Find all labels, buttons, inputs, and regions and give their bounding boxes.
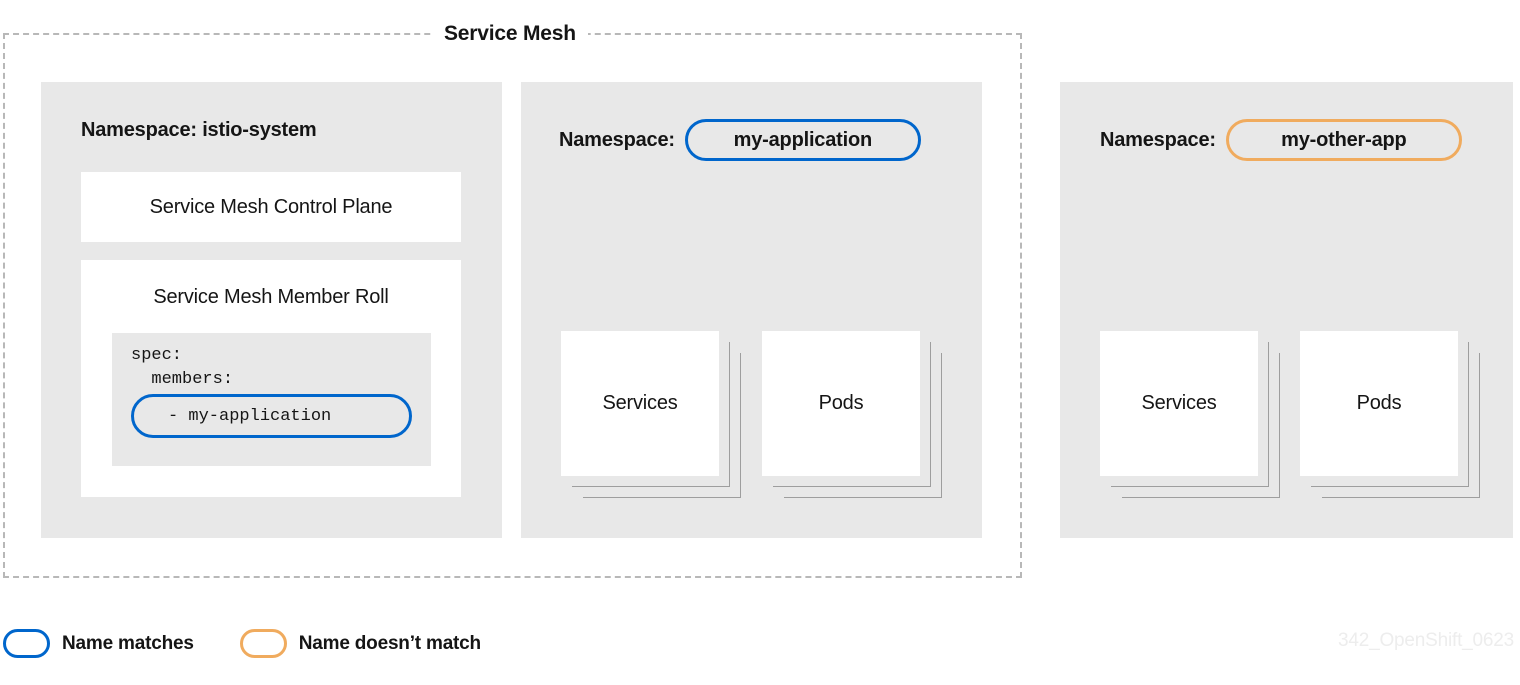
namespace-label-istio-system: Namespace: istio-system [81, 119, 317, 141]
resource-stack-services-my-other-app: Services [1100, 331, 1280, 501]
legend-label-name-doesnt-match: Name doesn’t match [298, 632, 481, 654]
legend-swatch-orange-pill-icon [239, 629, 287, 658]
resource-stack-pods-my-application: Pods [762, 331, 942, 501]
legend-label-name-matches: Name matches [62, 632, 194, 654]
card-stack-face: Pods [1300, 331, 1458, 476]
card-stack-face: Services [1100, 331, 1258, 476]
watermark: 342_OpenShift_0623 [1337, 630, 1514, 651]
service-mesh-control-plane-card: Service Mesh Control Plane [81, 172, 461, 242]
resource-label-services: Services [1141, 392, 1217, 414]
resource-label-services: Services [602, 392, 678, 414]
namespace-header-my-application: Namespace: my-application [559, 119, 921, 161]
code-line-members: members: [131, 370, 234, 389]
legend-swatch-blue-pill-icon [3, 629, 50, 658]
resource-stack-services-my-application: Services [561, 331, 741, 501]
service-mesh-title: Service Mesh [432, 22, 588, 46]
member-roll-code-block: spec: members: - my-application [112, 333, 431, 466]
code-line-spec: spec: [131, 346, 183, 365]
namespace-label-prefix-my-other-app: Namespace: [1100, 128, 1216, 151]
control-plane-title: Service Mesh Control Plane [149, 195, 393, 218]
resource-label-pods: Pods [818, 392, 864, 414]
legend-item-name-doesnt-match: Name doesn’t match [239, 629, 481, 658]
code-line-member-my-application: - my-application [131, 394, 412, 438]
card-stack-face: Services [561, 331, 719, 476]
resource-stack-pods-my-other-app: Pods [1300, 331, 1480, 501]
legend: Name matches Name doesn’t match [3, 629, 527, 658]
member-roll-title: Service Mesh Member Roll [153, 286, 389, 308]
namespace-label-prefix-my-application: Namespace: [559, 128, 675, 151]
legend-item-name-matches: Name matches [3, 629, 194, 658]
service-mesh-member-roll-card: Service Mesh Member Roll spec: members: … [81, 260, 461, 497]
card-stack-face: Pods [762, 331, 920, 476]
namespace-name-pill-my-other-app: my-other-app [1225, 119, 1462, 161]
namespace-name-pill-my-application: my-application [684, 119, 921, 161]
namespace-header-my-other-app: Namespace: my-other-app [1100, 119, 1462, 161]
resource-label-pods: Pods [1356, 392, 1402, 414]
namespace-header-istio-system: Namespace: istio-system [81, 119, 317, 142]
